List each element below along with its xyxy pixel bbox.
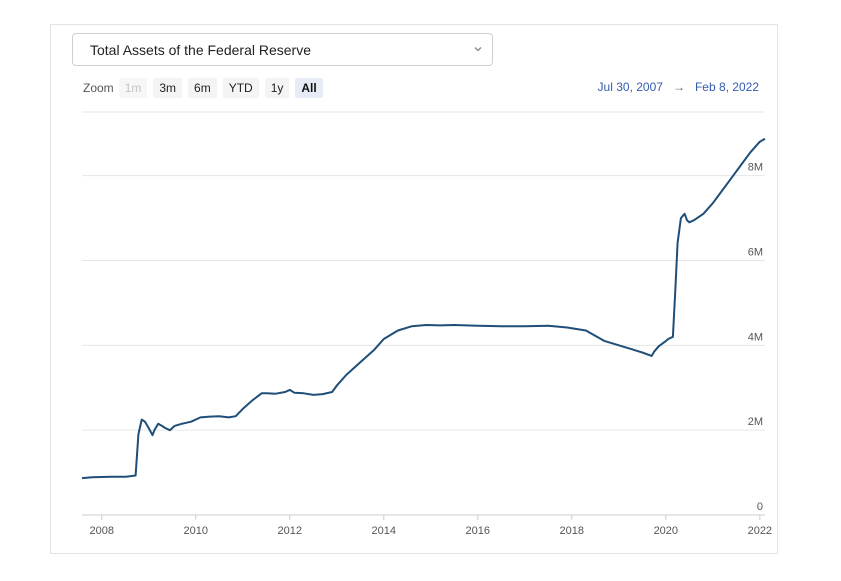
line-chart: 0 2M 4M 6M 8M 2008 2010 2012 2014 2016 2018 2020 202…: [81, 111, 772, 537]
x-tick-label: 2010: [184, 525, 208, 537]
x-tick-label: 2016: [466, 525, 490, 537]
y-tick-label: 6M: [748, 246, 763, 258]
x-tick-label: 2018: [560, 525, 584, 537]
x-tick-label: 2012: [278, 525, 302, 537]
x-tick-label: 2014: [372, 525, 396, 537]
series-line: [81, 137, 766, 480]
y-tick-label: 0: [757, 501, 763, 513]
x-tick-label: 2022: [748, 525, 772, 537]
y-tick-label: 4M: [748, 331, 763, 343]
x-tick-label: 2020: [654, 525, 678, 537]
y-tick-label: 8M: [748, 162, 763, 174]
x-tick-label: 2008: [90, 525, 114, 537]
y-tick-label: 2M: [748, 416, 763, 428]
